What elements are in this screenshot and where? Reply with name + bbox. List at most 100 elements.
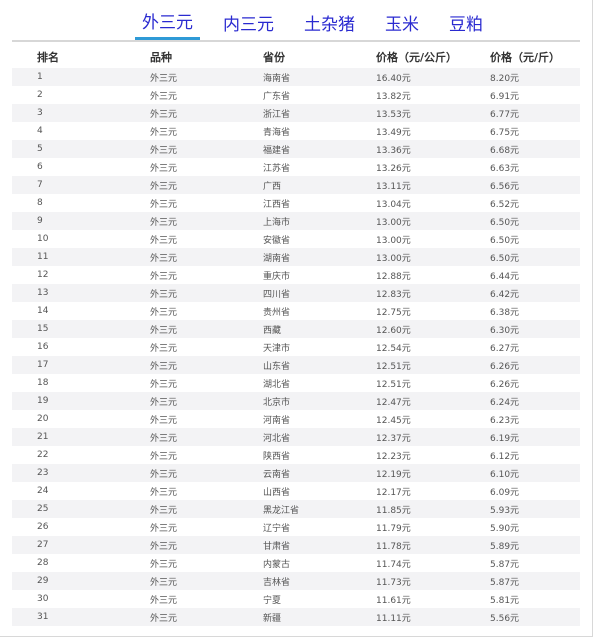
tab-yu-mi[interactable]: 玉米 xyxy=(378,14,426,40)
table-row: 18 外三元 湖北省 12.51元 6.26元 xyxy=(12,374,580,392)
price-kg-cell: 12.83元 xyxy=(376,289,411,300)
rank-cell: 22 xyxy=(37,450,49,460)
rank-cell: 9 xyxy=(37,216,43,226)
rank-cell: 3 xyxy=(37,108,43,118)
price-kg-cell: 13.53元 xyxy=(376,109,411,120)
province-cell: 广东省 xyxy=(263,91,291,102)
table-row: 23 外三元 云南省 12.19元 6.10元 xyxy=(12,464,580,482)
province-cell: 福建省 xyxy=(263,145,291,156)
province-cell: 湖南省 xyxy=(263,253,291,264)
price-jin-cell: 6.50元 xyxy=(490,253,520,264)
price-ranking-table: 排名 品种 省份 价格（元/公斤） 价格（元/斤） 1 外三元 海南省 16.40元 8… xyxy=(12,46,580,626)
price-jin-cell: 5.93元 xyxy=(490,505,520,516)
price-kg-cell: 12.88元 xyxy=(376,271,411,282)
tab-nei-san-yuan[interactable]: 内三元 xyxy=(216,14,281,40)
table-row: 31 外三元 新疆 11.11元 5.56元 xyxy=(12,608,580,626)
variety-cell: 外三元 xyxy=(150,577,178,588)
price-kg-cell: 12.54元 xyxy=(376,343,411,354)
table-row: 16 外三元 天津市 12.54元 6.27元 xyxy=(12,338,580,356)
province-cell: 上海市 xyxy=(263,217,291,228)
rank-cell: 21 xyxy=(37,432,49,442)
price-jin-cell: 8.20元 xyxy=(490,73,520,84)
rank-cell: 2 xyxy=(37,90,43,100)
price-jin-cell: 6.56元 xyxy=(490,181,520,192)
table-row: 10 外三元 安徽省 13.00元 6.50元 xyxy=(12,230,580,248)
province-cell: 天津市 xyxy=(263,343,291,354)
price-kg-cell: 12.17元 xyxy=(376,487,411,498)
table-row: 6 外三元 江苏省 13.26元 6.63元 xyxy=(12,158,580,176)
province-cell: 重庆市 xyxy=(263,271,291,282)
rank-cell: 19 xyxy=(37,396,49,406)
variety-cell: 外三元 xyxy=(150,91,178,102)
province-cell: 湖北省 xyxy=(263,379,291,390)
price-kg-cell: 13.00元 xyxy=(376,235,411,246)
price-kg-cell: 12.23元 xyxy=(376,451,411,462)
price-jin-cell: 6.42元 xyxy=(490,289,520,300)
variety-cell: 外三元 xyxy=(150,217,178,228)
price-kg-cell: 13.04元 xyxy=(376,199,411,210)
table-row: 30 外三元 宁夏 11.61元 5.81元 xyxy=(12,590,580,608)
price-jin-cell: 6.77元 xyxy=(490,109,520,120)
price-jin-cell: 6.63元 xyxy=(490,163,520,174)
price-kg-cell: 12.45元 xyxy=(376,415,411,426)
table-row: 19 外三元 北京市 12.47元 6.24元 xyxy=(12,392,580,410)
rank-cell: 18 xyxy=(37,378,49,388)
price-jin-cell: 6.24元 xyxy=(490,397,520,408)
price-kg-cell: 13.82元 xyxy=(376,91,411,102)
province-cell: 贵州省 xyxy=(263,307,291,318)
price-kg-cell: 16.40元 xyxy=(376,73,411,84)
province-cell: 安徽省 xyxy=(263,235,291,246)
rank-cell: 6 xyxy=(37,162,43,172)
price-jin-cell: 5.81元 xyxy=(490,595,520,606)
price-kg-cell: 12.60元 xyxy=(376,325,411,336)
price-kg-cell: 13.36元 xyxy=(376,145,411,156)
variety-cell: 外三元 xyxy=(150,613,178,624)
table-row: 26 外三元 辽宁省 11.79元 5.90元 xyxy=(12,518,580,536)
province-cell: 河南省 xyxy=(263,415,291,426)
price-kg-cell: 13.11元 xyxy=(376,181,411,192)
header-rank: 排名 xyxy=(37,51,59,64)
price-kg-cell: 12.37元 xyxy=(376,433,411,444)
rank-cell: 17 xyxy=(37,360,49,370)
price-kg-cell: 13.00元 xyxy=(376,253,411,264)
variety-cell: 外三元 xyxy=(150,307,178,318)
variety-cell: 外三元 xyxy=(150,163,178,174)
tab-bar: 外三元 内三元 土杂猪 玉米 豆粕 xyxy=(135,12,506,40)
variety-cell: 外三元 xyxy=(150,361,178,372)
table-row: 20 外三元 河南省 12.45元 6.23元 xyxy=(12,410,580,428)
rank-cell: 8 xyxy=(37,198,43,208)
table-row: 11 外三元 湖南省 13.00元 6.50元 xyxy=(12,248,580,266)
province-cell: 浙江省 xyxy=(263,109,291,120)
rank-cell: 12 xyxy=(37,270,49,280)
province-cell: 江苏省 xyxy=(263,163,291,174)
price-kg-cell: 13.00元 xyxy=(376,217,411,228)
rank-cell: 1 xyxy=(37,72,43,82)
variety-cell: 外三元 xyxy=(150,271,178,282)
variety-cell: 外三元 xyxy=(150,127,178,138)
header-province: 省份 xyxy=(263,51,285,64)
price-kg-cell: 11.74元 xyxy=(376,559,411,570)
table-row: 1 外三元 海南省 16.40元 8.20元 xyxy=(12,68,580,86)
province-cell: 甘肃省 xyxy=(263,541,291,552)
tab-tu-za-zhu[interactable]: 土杂猪 xyxy=(297,14,362,40)
price-jin-cell: 6.26元 xyxy=(490,379,520,390)
province-cell: 四川省 xyxy=(263,289,291,300)
table-row: 4 外三元 青海省 13.49元 6.75元 xyxy=(12,122,580,140)
table-header-row: 排名 品种 省份 价格（元/公斤） 价格（元/斤） xyxy=(12,46,580,68)
price-jin-cell: 6.50元 xyxy=(490,235,520,246)
province-cell: 云南省 xyxy=(263,469,291,480)
price-jin-cell: 5.56元 xyxy=(490,613,520,624)
variety-cell: 外三元 xyxy=(150,325,178,336)
province-cell: 吉林省 xyxy=(263,577,291,588)
variety-cell: 外三元 xyxy=(150,289,178,300)
variety-cell: 外三元 xyxy=(150,469,178,480)
variety-cell: 外三元 xyxy=(150,181,178,192)
tab-dou-po[interactable]: 豆粕 xyxy=(442,14,490,40)
tab-wai-san-yuan[interactable]: 外三元 xyxy=(135,12,200,40)
price-kg-cell: 12.51元 xyxy=(376,379,411,390)
price-kg-cell: 11.11元 xyxy=(376,613,411,624)
price-jin-cell: 6.12元 xyxy=(490,451,520,462)
header-price-per-jin: 价格（元/斤） xyxy=(490,51,561,64)
price-jin-cell: 5.90元 xyxy=(490,523,520,534)
price-jin-cell: 6.26元 xyxy=(490,361,520,372)
